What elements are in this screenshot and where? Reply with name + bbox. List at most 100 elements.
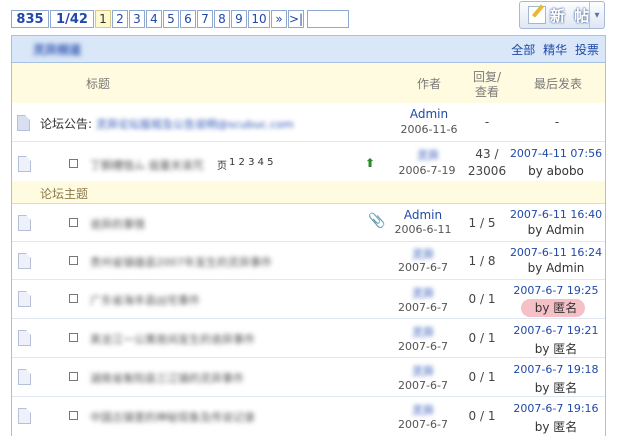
filter-digest-link[interactable]: 精华 (543, 43, 567, 57)
last-post-user[interactable]: by 匿名 (507, 299, 605, 316)
page-1-link[interactable]: 1 (95, 10, 111, 28)
page-10-link[interactable]: 10 (248, 10, 270, 28)
announcement-count: - (484, 115, 490, 129)
forum-header: 灵异频道 全部 精华 投票 (12, 36, 605, 63)
thread-icon (18, 330, 31, 346)
thread-checkbox[interactable] (69, 333, 78, 342)
pinned-top-icon: ⬆ (365, 156, 376, 170)
thread-title[interactable]: 湖南省衡阳县三江镇的灵异事件 (90, 370, 244, 386)
page-5-link[interactable]: 5 (163, 10, 179, 28)
next-page-link[interactable]: » (271, 10, 287, 28)
thread-checkbox[interactable] (69, 411, 78, 420)
thread-checkbox[interactable] (69, 256, 78, 265)
thread-counts: 1 / 5 (468, 216, 496, 230)
last-post-user[interactable]: by 匿名 (507, 379, 605, 396)
col-author: 作者 (417, 77, 442, 91)
thread-row: 黑龙江一公寓夜间发生的诡异事件 灵异 2007-6-7 0 / 1 2007-6… (12, 319, 605, 358)
last-page-link[interactable]: >| (288, 10, 304, 28)
announcement-icon (17, 115, 30, 131)
thread-row: 贵州省镇雄县2007年发生的灵异事件 灵异 2007-6-7 1 / 8 200… (12, 242, 605, 280)
last-post-user[interactable]: by abobo (507, 164, 605, 178)
announcement-row: 论坛公告: 灵异论坛版规及公告说明@scubuc.com Admin 2006-… (12, 103, 605, 142)
col-last-post: 最后发表 (534, 77, 583, 91)
page-9-link[interactable]: 9 (231, 10, 247, 28)
thread-counts: 0 / 1 (468, 370, 496, 384)
filter-vote-link[interactable]: 投票 (575, 43, 599, 57)
section-label: 论坛主题 (40, 187, 89, 201)
thread-icon (18, 291, 31, 307)
last-post-time[interactable]: 2007-6-11 16:24 (507, 246, 605, 259)
last-post-user[interactable]: by Admin (507, 261, 605, 275)
thread-date: 2007-6-7 (398, 340, 448, 353)
thread-author[interactable]: Admin (402, 208, 444, 222)
last-post-time[interactable]: 2007-6-11 16:40 (507, 208, 605, 221)
last-post-time[interactable]: 2007-6-7 19:21 (507, 324, 605, 337)
filter-all-link[interactable]: 全部 (511, 43, 535, 57)
thread-author[interactable]: 灵异 (403, 363, 443, 379)
thread-row: 湖南省衡阳县三江镇的灵异事件 灵异 2007-6-7 0 / 1 2007-6-… (12, 358, 605, 397)
column-headers: 标题 作者 回复/ 查看 最后发表 (12, 63, 605, 104)
thread-title[interactable]: 黑龙江一公寓夜间发生的诡异事件 (90, 331, 255, 347)
page-6-link[interactable]: 6 (180, 10, 196, 28)
last-post-time[interactable]: 2007-6-7 19:18 (507, 363, 605, 376)
thread-counts: 0 / 1 (468, 409, 496, 423)
col-view: 查看 (474, 85, 499, 99)
thread-icon (18, 215, 31, 231)
thread-row: 中国古镇里的神秘现象及传说记录 灵异 2007-6-7 0 / 1 2007-6… (12, 397, 605, 436)
new-post-button[interactable]: 新 帖 ▾ (519, 1, 605, 29)
page-4-link[interactable]: 4 (146, 10, 162, 28)
thread-counts: 1 / 8 (468, 254, 496, 268)
thread-author[interactable]: 灵异 (403, 324, 443, 340)
thread-counts: 0 / 1 (468, 331, 496, 345)
thread-author[interactable]: 灵异 (403, 285, 443, 301)
thread-checkbox[interactable] (69, 159, 78, 168)
last-post-time[interactable]: 2007-4-11 07:56 (507, 147, 605, 160)
last-post-user[interactable]: by 匿名 (507, 418, 605, 435)
page-count-badge: 1/42 (50, 10, 94, 28)
thread-icon (18, 253, 31, 269)
thread-title[interactable]: 广东省海丰县凶宅事件 (90, 292, 200, 308)
col-title: 标题 (86, 77, 111, 91)
section-header: 论坛主题 (12, 181, 605, 204)
thread-row: 诡异的事情 📎 Admin 2006-6-11 1 / 5 2007-6-11 … (12, 204, 605, 242)
pagination: 835 1/42 1 2 3 4 5 6 7 8 9 10 » >| (11, 10, 349, 28)
page-8-link[interactable]: 8 (214, 10, 230, 28)
thread-date: 2006-7-19 (398, 164, 456, 177)
thread-replies: 43 / (475, 147, 499, 161)
announcement-author[interactable]: Admin (407, 107, 451, 121)
thread-checkbox[interactable] (69, 218, 78, 227)
pencil-icon (528, 6, 546, 24)
last-post-time[interactable]: 2007-6-7 19:25 (507, 284, 605, 297)
thread-pages[interactable]: 1 2 3 4 5 (229, 157, 274, 168)
thread-title[interactable]: 诡异的事情 (90, 216, 145, 232)
thread-checkbox[interactable] (69, 372, 78, 381)
page-2-link[interactable]: 2 (112, 10, 128, 28)
thread-author[interactable]: 灵异 (408, 147, 448, 163)
page-3-link[interactable]: 3 (129, 10, 145, 28)
forum-name[interactable]: 灵异频道 (33, 41, 81, 58)
announcement-link[interactable]: 灵异论坛版规及公告说明@scubuc.com (96, 116, 294, 132)
new-post-label: 新 帖 (550, 6, 592, 25)
thread-counts: 0 / 1 (468, 292, 496, 306)
thread-list-table: 灵异频道 全部 精华 投票 标题 作者 回复/ 查看 最后发表 论坛公告: 灵异… (11, 35, 606, 436)
thread-author[interactable]: 灵异 (403, 402, 443, 418)
thread-date: 2006-6-11 (394, 223, 452, 236)
thread-title[interactable]: 丁酮槽恤ム 疽量关诛咒 (90, 157, 204, 173)
thread-date: 2007-6-7 (398, 379, 448, 392)
thread-date: 2007-6-7 (398, 301, 448, 314)
thread-checkbox[interactable] (69, 294, 78, 303)
thread-author[interactable]: 灵异 (403, 246, 443, 262)
last-post-time[interactable]: 2007-6-7 19:16 (507, 402, 605, 415)
announcement-last: - (554, 115, 560, 129)
thread-title[interactable]: 中国古镇里的神秘现象及传说记录 (90, 409, 255, 425)
page-jump-input[interactable] (307, 10, 349, 28)
chevron-down-icon[interactable]: ▾ (589, 2, 604, 28)
announcement-label: 论坛公告: (40, 117, 93, 131)
page-7-link[interactable]: 7 (197, 10, 213, 28)
attachment-icon: 📎 (368, 213, 386, 229)
last-post-user[interactable]: by Admin (507, 223, 605, 237)
thread-title[interactable]: 贵州省镇雄县2007年发生的灵异事件 (90, 254, 272, 270)
total-threads-badge: 835 (11, 10, 49, 28)
last-post-user[interactable]: by 匿名 (507, 340, 605, 357)
announcement-date: 2006-11-6 (400, 123, 458, 136)
